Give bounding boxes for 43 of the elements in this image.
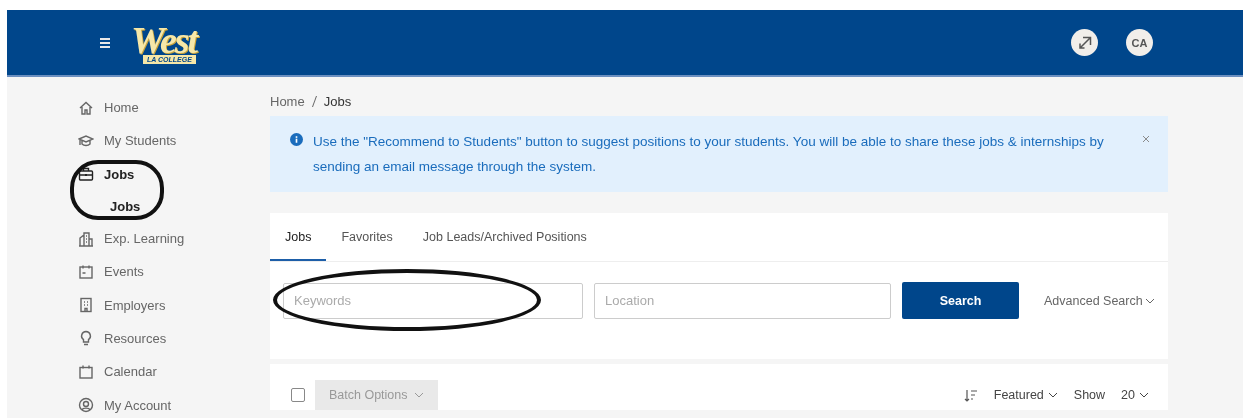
sidebar-item[interactable]: Jobs <box>7 157 141 191</box>
briefcase-icon <box>78 166 94 183</box>
select-all-checkbox[interactable] <box>291 388 305 402</box>
sidebar-item[interactable]: Home <box>7 91 139 125</box>
home-icon <box>78 99 94 116</box>
calendar-icon <box>78 363 94 380</box>
sidebar-item[interactable]: Resources <box>7 321 167 356</box>
keywords-field[interactable]: Keywords <box>283 282 583 319</box>
office-building-icon <box>78 297 94 314</box>
sidebar-item[interactable]: Calendar <box>7 355 157 389</box>
sidebar-item[interactable]: My Account <box>7 388 172 418</box>
account-icon <box>78 397 94 413</box>
banner-message: Use the "Recommend to Students" button to suggest positions to your students. You will be able to share these jobs & internships by sending an email message through the system. <box>313 133 1105 176</box>
advanced-search-link[interactable]: Advanced Search <box>1044 293 1155 308</box>
search-button[interactable]: Search <box>902 282 1019 319</box>
switch-view-button[interactable] <box>1071 29 1098 56</box>
caret-icon <box>413 392 424 398</box>
breadcrumb-link[interactable]: Home <box>270 94 305 109</box>
lightbulb-icon <box>78 330 94 347</box>
tab[interactable]: Favorites <box>326 213 408 261</box>
building-icon <box>78 230 94 247</box>
calendar-icon <box>78 263 94 280</box>
expand-arrow-icon <box>1076 34 1093 51</box>
caret-icon <box>1139 392 1149 398</box>
user-avatar-button[interactable]: CA <box>1126 29 1153 56</box>
caret-icon <box>1144 297 1155 304</box>
close-icon <box>1140 133 1152 145</box>
graduation-cap-icon <box>78 132 94 149</box>
sidebar-item[interactable]: My Students <box>7 124 177 158</box>
sort-icon <box>963 388 978 402</box>
sidebar-item[interactable]: Events <box>7 255 144 289</box>
caret-icon <box>1047 392 1058 398</box>
sidebar-item[interactable]: Exp. Learning <box>7 221 185 256</box>
location-field[interactable]: Location <box>594 282 891 319</box>
tab[interactable]: Job Leads/Archived Positions <box>407 213 602 261</box>
breadcrumb-current: Jobs <box>323 94 352 109</box>
sidebar-item[interactable]: Employers <box>7 288 166 322</box>
info-icon <box>290 133 303 146</box>
page-size-dropdown[interactable]: 20 <box>1115 388 1155 402</box>
sidebar-subitem[interactable]: Jobs <box>7 190 141 222</box>
tab[interactable]: Jobs <box>270 213 327 261</box>
sort-dropdown[interactable]: Featured <box>987 388 1064 402</box>
show-label: Show <box>1073 388 1106 402</box>
